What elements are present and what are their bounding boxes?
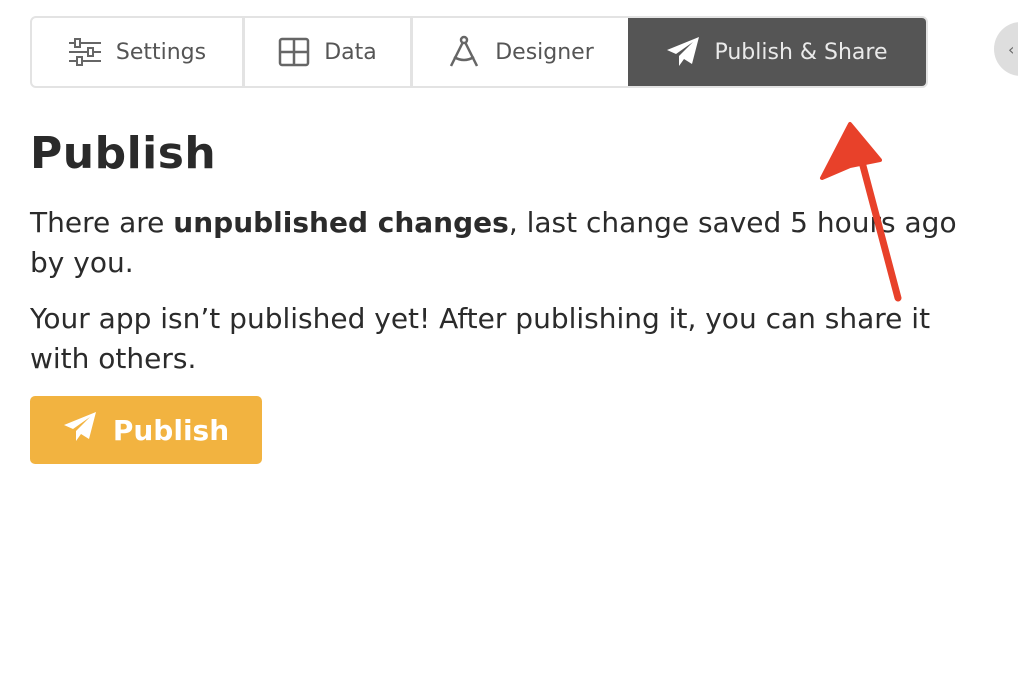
publish-page: Settings Data Designer Publish & Share ‹… xyxy=(0,0,1018,690)
chevron-left-icon: ‹ xyxy=(1008,39,1015,59)
tab-bar: Settings Data Designer Publish & Share xyxy=(30,16,928,88)
tab-designer-label: Designer xyxy=(495,39,594,65)
publish-button[interactable]: Publish xyxy=(30,396,262,464)
paper-plane-icon xyxy=(63,411,97,450)
status-prefix: There are xyxy=(30,206,174,239)
status-highlight: unpublished changes xyxy=(173,206,509,239)
table-grid-icon xyxy=(278,37,310,67)
tab-designer[interactable]: Designer xyxy=(410,18,628,86)
publish-button-label: Publish xyxy=(112,413,230,447)
sliders-icon xyxy=(68,37,102,67)
page-title: Publish xyxy=(30,128,217,179)
tab-data-label: Data xyxy=(324,39,377,65)
tab-settings-label: Settings xyxy=(115,39,207,65)
tab-data[interactable]: Data xyxy=(242,18,410,86)
tab-publish-share[interactable]: Publish & Share xyxy=(628,18,926,86)
tab-publish-share-label: Publish & Share xyxy=(714,39,888,65)
collapse-handle[interactable]: ‹ xyxy=(994,22,1018,76)
red-arrow-annotation xyxy=(820,122,902,302)
paper-plane-icon xyxy=(666,36,700,68)
compass-icon xyxy=(447,35,481,69)
tab-settings[interactable]: Settings xyxy=(32,18,242,86)
